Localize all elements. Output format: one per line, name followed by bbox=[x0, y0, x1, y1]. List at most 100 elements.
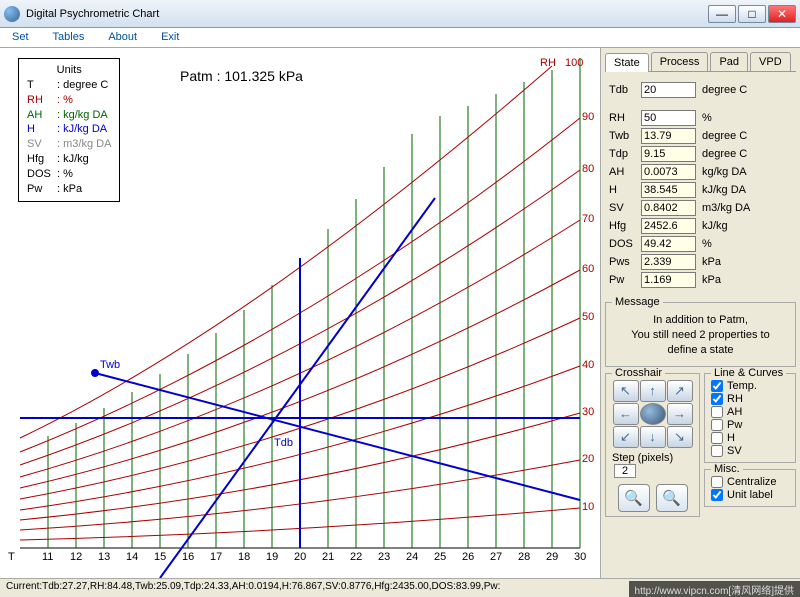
svg-text:20: 20 bbox=[294, 551, 306, 563]
prop-row-dos: DOS% bbox=[609, 236, 792, 252]
svg-text:21: 21 bbox=[322, 551, 334, 563]
arrow-right-icon[interactable]: → bbox=[667, 403, 693, 425]
tab-pad[interactable]: Pad bbox=[710, 52, 748, 71]
arrow-down-left-icon[interactable]: ↙ bbox=[613, 426, 639, 448]
check-rh[interactable] bbox=[711, 393, 723, 405]
svg-text:15: 15 bbox=[154, 551, 166, 563]
arrow-left-icon[interactable]: ← bbox=[613, 403, 639, 425]
twb-input[interactable] bbox=[641, 128, 696, 144]
svg-text:17: 17 bbox=[210, 551, 222, 563]
check-unitlabel[interactable] bbox=[711, 489, 723, 501]
tab-process[interactable]: Process bbox=[651, 52, 709, 71]
sv-input[interactable] bbox=[641, 200, 696, 216]
check-pw[interactable] bbox=[711, 419, 723, 431]
svg-text:12: 12 bbox=[70, 551, 82, 563]
svg-text:100: 100 bbox=[565, 57, 583, 69]
svg-text:50: 50 bbox=[582, 311, 594, 323]
property-rows: Tdbdegree CRH%Twbdegree CTdpdegree CAHkg… bbox=[605, 76, 796, 296]
units-legend: Units T: degree CRH: %AH: kg/kg DAH: kJ/… bbox=[18, 58, 120, 202]
tdb-input[interactable] bbox=[641, 82, 696, 98]
crosshair-center-icon[interactable] bbox=[640, 403, 666, 425]
chart-pane[interactable]: T 111213 141516 171819 202122 232425 262… bbox=[0, 48, 600, 578]
svg-text:40: 40 bbox=[582, 359, 594, 371]
step-input[interactable] bbox=[614, 464, 636, 478]
unit-row-ah: AH: kg/kg DA bbox=[27, 108, 111, 123]
hfg-input[interactable] bbox=[641, 218, 696, 234]
arrow-down-icon[interactable]: ↓ bbox=[640, 426, 666, 448]
menu-set[interactable]: Set bbox=[0, 28, 41, 47]
pws-input[interactable] bbox=[641, 254, 696, 270]
maximize-button[interactable]: □ bbox=[738, 5, 766, 23]
svg-text:23: 23 bbox=[378, 551, 390, 563]
arrow-up-right-icon[interactable]: ↗ bbox=[667, 380, 693, 402]
zoom-out-icon[interactable]: 🔍 bbox=[618, 484, 650, 512]
svg-text:16: 16 bbox=[182, 551, 194, 563]
close-button[interactable]: ✕ bbox=[768, 5, 796, 23]
message-heading: Message bbox=[612, 296, 663, 308]
prop-row-tdp: Tdpdegree C bbox=[609, 146, 792, 162]
unit-row-pw: Pw: kPa bbox=[27, 182, 111, 197]
side-panel: State Process Pad VPD Tdbdegree CRH%Twbd… bbox=[600, 48, 800, 578]
prop-row-ah: AHkg/kg DA bbox=[609, 164, 792, 180]
rh-input[interactable] bbox=[641, 110, 696, 126]
svg-text:24: 24 bbox=[406, 551, 418, 563]
check-h[interactable] bbox=[711, 432, 723, 444]
prop-row-h: HkJ/kg DA bbox=[609, 182, 792, 198]
app-icon bbox=[4, 6, 20, 22]
svg-text:26: 26 bbox=[462, 551, 474, 563]
svg-text:Tdb: Tdb bbox=[274, 437, 293, 449]
tab-vpd[interactable]: VPD bbox=[750, 52, 791, 71]
h-input[interactable] bbox=[641, 182, 696, 198]
tab-row: State Process Pad VPD bbox=[605, 52, 796, 72]
zoom-in-icon[interactable]: 🔍 bbox=[656, 484, 688, 512]
prop-row-twb: Twbdegree C bbox=[609, 128, 792, 144]
units-header: Units bbox=[27, 63, 111, 78]
prop-row-hfg: HfgkJ/kg bbox=[609, 218, 792, 234]
prop-row-pws: PwskPa bbox=[609, 254, 792, 270]
misc-group: Misc. Centralize Unit label bbox=[704, 469, 796, 507]
svg-text:25: 25 bbox=[434, 551, 446, 563]
svg-text:28: 28 bbox=[518, 551, 530, 563]
check-temp[interactable] bbox=[711, 380, 723, 392]
check-sv[interactable] bbox=[711, 445, 723, 457]
patm-label: Patm : 101.325 kPa bbox=[180, 68, 303, 84]
tab-state[interactable]: State bbox=[605, 53, 649, 72]
svg-text:27: 27 bbox=[490, 551, 502, 563]
menu-about[interactable]: About bbox=[96, 28, 149, 47]
svg-text:70: 70 bbox=[582, 213, 594, 225]
svg-text:13: 13 bbox=[98, 551, 110, 563]
linecurves-group: Line & Curves Temp. RH AH Pw H SV bbox=[704, 373, 796, 463]
window-buttons: — □ ✕ bbox=[708, 5, 796, 23]
unit-row-hfg: Hfg: kJ/kg bbox=[27, 152, 111, 167]
svg-text:18: 18 bbox=[238, 551, 250, 563]
arrow-down-right-icon[interactable]: ↘ bbox=[667, 426, 693, 448]
svg-text:Twb: Twb bbox=[100, 359, 120, 371]
check-ah[interactable] bbox=[711, 406, 723, 418]
prop-row-pw: PwkPa bbox=[609, 272, 792, 288]
watermark: http://www.vipcn.com[清风网络]提供 bbox=[629, 581, 800, 597]
svg-text:60: 60 bbox=[582, 263, 594, 275]
arrow-up-left-icon[interactable]: ↖ bbox=[613, 380, 639, 402]
prop-row-rh: RH% bbox=[609, 110, 792, 126]
arrow-up-icon[interactable]: ↑ bbox=[640, 380, 666, 402]
svg-text:RH: RH bbox=[540, 57, 556, 69]
prop-row-sv: SVm3/kg DA bbox=[609, 200, 792, 216]
svg-text:90: 90 bbox=[582, 111, 594, 123]
menu-exit[interactable]: Exit bbox=[149, 28, 191, 47]
minimize-button[interactable]: — bbox=[708, 5, 736, 23]
ah-input[interactable] bbox=[641, 164, 696, 180]
unit-row-sv: SV: m3/kg DA bbox=[27, 137, 111, 152]
svg-text:80: 80 bbox=[582, 163, 594, 175]
svg-text:11: 11 bbox=[42, 551, 53, 563]
unit-row-h: H: kJ/kg DA bbox=[27, 122, 111, 137]
tdp-input[interactable] bbox=[641, 146, 696, 162]
menubar: Set Tables About Exit bbox=[0, 28, 800, 48]
dos-input[interactable] bbox=[641, 236, 696, 252]
crosshair-group: Crosshair ↖ ↑ ↗ ← → ↙ ↓ ↘ Step (pixels) bbox=[605, 373, 700, 517]
check-centralize[interactable] bbox=[711, 476, 723, 488]
unit-row-t: T: degree C bbox=[27, 78, 111, 93]
menu-tables[interactable]: Tables bbox=[41, 28, 97, 47]
svg-text:20: 20 bbox=[582, 453, 594, 465]
pw-input[interactable] bbox=[641, 272, 696, 288]
window-title: Digital Psychrometric Chart bbox=[26, 8, 708, 20]
